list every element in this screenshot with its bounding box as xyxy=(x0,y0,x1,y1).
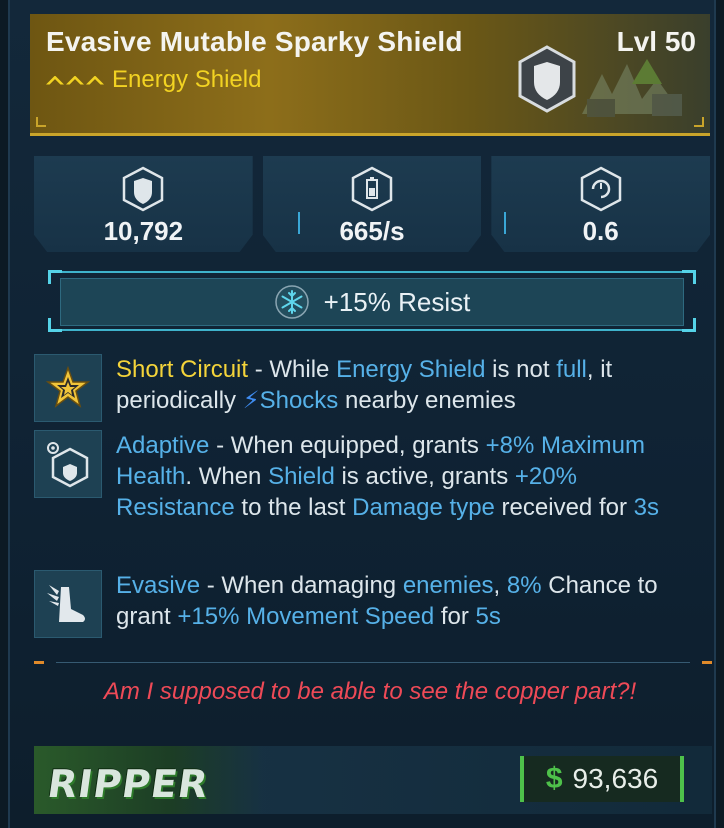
resist-text: +15% Resist xyxy=(323,286,471,317)
perk-short-circuit: Short Circuit - While Energy Shield is n… xyxy=(34,354,696,422)
stat-recharge-rate: 665/s xyxy=(262,156,482,252)
resist-corner xyxy=(682,270,696,284)
perk-segment: Evasive xyxy=(116,572,201,599)
currency-icon: $ xyxy=(545,762,563,795)
perk-text: Evasive - When damaging enemies, 8% Chan… xyxy=(116,570,696,638)
perk-segment: is not xyxy=(485,356,557,383)
item-type-row: Energy Shield xyxy=(46,66,261,94)
perk-segment: - While xyxy=(248,356,337,383)
perk-segment: +15% Movement Speed xyxy=(177,603,435,630)
perk-segment: full xyxy=(556,356,587,383)
perk-segment: received for xyxy=(494,494,634,521)
perk-segment: to the last xyxy=(234,494,353,521)
resist-banner: +15% Resist xyxy=(48,270,696,332)
star-icon xyxy=(45,365,91,408)
item-footer: RIPPER $ 93,636 xyxy=(34,746,712,814)
price-value: 93,636 xyxy=(572,763,659,794)
perk-adaptive: Adaptive - When equipped, grants +8% Max… xyxy=(34,430,696,523)
header-corner-left xyxy=(36,117,46,127)
perk-segment: is active, grants xyxy=(334,463,515,490)
stat-recharge-delay-value: 0.6 xyxy=(582,216,619,246)
perk-segment: - When damaging xyxy=(200,572,403,599)
divider-tick xyxy=(702,661,712,664)
perk-text: Adaptive - When equipped, grants +8% Max… xyxy=(116,430,696,523)
perk-segment: for xyxy=(434,603,476,630)
divider-tick xyxy=(34,661,44,664)
perk-segment: . When xyxy=(185,463,269,490)
perk-segment: Damage type xyxy=(352,494,495,521)
divider xyxy=(34,660,712,666)
stat-separator xyxy=(504,212,506,234)
stat-separator xyxy=(298,212,300,234)
perk-segment: - When equipped, grants xyxy=(209,432,486,459)
perk-segment: 8% xyxy=(506,572,542,599)
item-header: Evasive Mutable Sparky Shield Lvl 50 Ene… xyxy=(30,14,710,136)
recharge-delay-icon xyxy=(580,166,621,212)
recharge-rate-icon xyxy=(351,166,393,212)
shield-capacity-icon xyxy=(123,166,164,212)
lightning-icon: ⚡ xyxy=(242,387,260,414)
resist-line xyxy=(62,329,682,331)
manufacturer-name: RIPPER xyxy=(44,762,212,806)
perk-segment: Shield xyxy=(268,463,335,490)
price-box: $ 93,636 xyxy=(520,756,684,802)
perk-icon-box xyxy=(34,430,102,498)
item-card: Evasive Mutable Sparky Shield Lvl 50 Ene… xyxy=(8,0,716,828)
perk-icon-box xyxy=(34,354,102,422)
perk-icon-box xyxy=(34,570,102,638)
perk-segment: Energy Shield xyxy=(336,356,486,383)
perk-evasive: Evasive - When damaging enemies, 8% Chan… xyxy=(34,570,696,638)
stat-capacity: 10,792 xyxy=(34,156,253,252)
perk-text: Short Circuit - While Energy Shield is n… xyxy=(116,354,696,422)
perk-segment: Short Circuit xyxy=(116,356,249,383)
resist-corner xyxy=(682,318,696,332)
stat-recharge-rate-value: 665/s xyxy=(339,216,405,246)
perk-segment: Shocks xyxy=(259,387,339,414)
shield-art-icon xyxy=(582,59,682,117)
item-type: Energy Shield xyxy=(112,66,262,93)
stats-row: 10,792 665/s 0.6 xyxy=(34,156,711,252)
resist-line xyxy=(62,271,682,273)
snowflake-icon xyxy=(274,285,309,319)
perk-segment: Adaptive xyxy=(116,432,210,459)
stat-recharge-delay: 0.6 xyxy=(491,156,711,252)
perk-segment: enemies xyxy=(402,572,494,599)
flavor-text: Am I supposed to be able to see the copp… xyxy=(103,678,637,705)
perk-segment: nearby enemies xyxy=(338,387,516,414)
resist-box: +15% Resist xyxy=(60,278,684,326)
perk-segment: , xyxy=(493,572,507,599)
adaptive-shield-icon xyxy=(47,442,89,488)
perk-segment: 3s xyxy=(633,494,659,521)
manufacturer-logo: RIPPER xyxy=(34,746,264,814)
header-corner-right xyxy=(694,117,704,127)
item-name: Evasive Mutable Sparky Shield xyxy=(46,26,463,57)
stat-capacity-value: 10,792 xyxy=(103,216,184,246)
perk-segment: 5s xyxy=(475,603,501,630)
rarity-chevrons-icon xyxy=(46,75,104,85)
winged-boot-icon xyxy=(47,585,85,622)
divider-line xyxy=(56,662,690,663)
